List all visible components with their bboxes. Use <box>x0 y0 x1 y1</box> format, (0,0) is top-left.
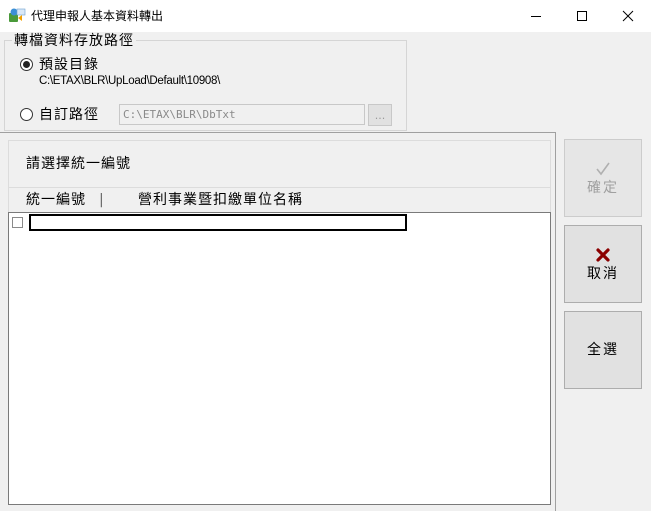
row-edit-field[interactable] <box>29 214 407 231</box>
default-path-text: C:\ETAX\BLR\UpLoad\Default\10908\ <box>39 75 221 87</box>
maximize-icon <box>577 11 587 21</box>
cancel-button-label: 取消 <box>587 266 619 282</box>
default-directory-radio[interactable] <box>20 58 33 71</box>
column-header-tax-id[interactable]: 統一編號 <box>26 191 86 209</box>
custom-path-radio[interactable] <box>20 108 33 121</box>
column-separator: | <box>99 192 104 208</box>
browse-button[interactable]: ... <box>368 104 392 126</box>
custom-path-input[interactable]: C:\ETAX\BLR\DbTxt <box>119 104 365 125</box>
window-title: 代理申報人基本資料轉出 <box>31 9 164 23</box>
minimize-button[interactable] <box>513 0 559 32</box>
default-directory-label[interactable]: 預設目錄 <box>39 56 99 74</box>
custom-path-label[interactable]: 自訂路徑 <box>39 106 99 124</box>
select-all-button-label: 全選 <box>587 342 619 358</box>
select-all-button[interactable]: 全選 <box>564 311 642 389</box>
close-icon <box>622 10 634 22</box>
company-list[interactable] <box>8 212 551 505</box>
cancel-button[interactable]: 取消 <box>564 225 642 303</box>
x-icon <box>596 248 610 262</box>
list-header: 請選擇統一編號 <box>8 140 551 188</box>
minimize-icon <box>531 16 541 17</box>
close-button[interactable] <box>605 0 651 32</box>
checkmark-icon <box>596 162 610 176</box>
confirm-button-label: 確定 <box>587 180 619 196</box>
title-bar[interactable]: 代理申報人基本資料轉出 <box>0 0 651 32</box>
column-header-company-name[interactable]: 營利事業暨扣繳單位名稱 <box>138 191 303 209</box>
company-list-panel: 請選擇統一編號 統一編號 | 營利事業暨扣繳單位名稱 <box>0 132 556 511</box>
column-header-row: 統一編號 | 營利事業暨扣繳單位名稱 <box>8 187 551 212</box>
app-logo-icon <box>9 8 26 22</box>
confirm-button[interactable]: 確定 <box>564 139 642 217</box>
path-group-legend: 轉檔資料存放路徑 <box>12 32 136 50</box>
row-checkbox[interactable] <box>12 217 23 228</box>
list-title: 請選擇統一編號 <box>26 156 131 172</box>
maximize-button[interactable] <box>559 0 605 32</box>
dialog-client-area: 轉檔資料存放路徑 預設目錄 C:\ETAX\BLR\UpLoad\Default… <box>0 32 651 511</box>
